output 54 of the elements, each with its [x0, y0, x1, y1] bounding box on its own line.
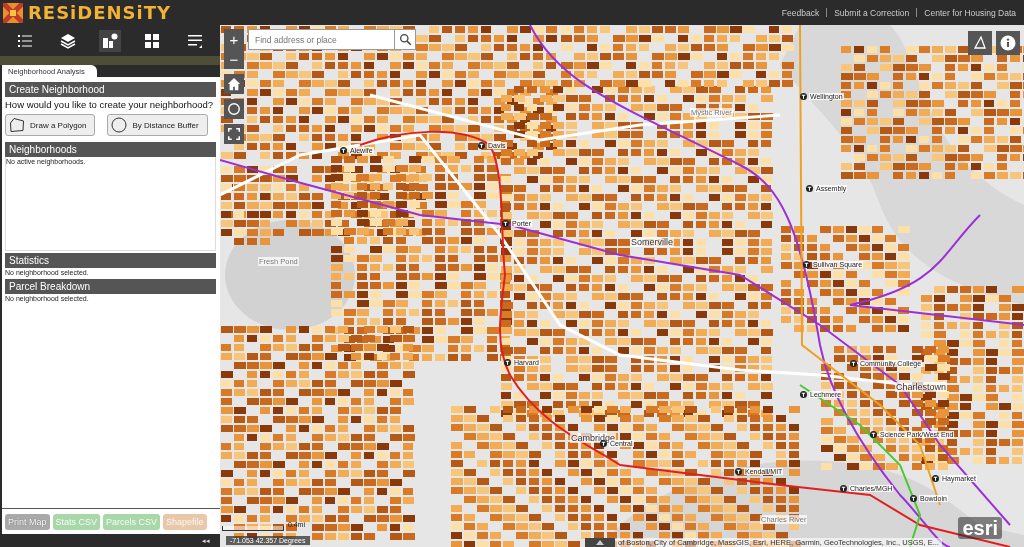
home-icon: [227, 77, 241, 91]
attribution-toggle[interactable]: [585, 538, 615, 547]
home-button[interactable]: [224, 74, 244, 94]
info-button[interactable]: [996, 31, 1020, 55]
transit-icon: [932, 475, 939, 482]
caret-icon: [596, 540, 604, 545]
transit-icon: [870, 431, 877, 438]
transit-icon: [502, 220, 509, 227]
transit-icon: [340, 147, 347, 154]
search-icon: [398, 33, 412, 46]
transit-icon: [504, 359, 511, 366]
search-button[interactable]: [395, 29, 416, 50]
transit-icon: [735, 468, 742, 475]
transit-icon: [478, 142, 485, 149]
measure-button[interactable]: [968, 31, 992, 55]
locate-button[interactable]: [224, 99, 244, 119]
section-heading: Parcel Breakdown: [5, 279, 216, 294]
zoom-in-button[interactable]: +: [224, 29, 244, 49]
logo-icon: [3, 2, 23, 23]
question-text: How would you like to create your neighborhood?: [5, 99, 215, 110]
fullscreen-button[interactable]: [224, 124, 244, 144]
app-title: RESiDENSiTY: [28, 2, 172, 23]
header-link[interactable]: Center for Housing Data: [924, 7, 1016, 18]
header-link[interactable]: Feedback: [781, 7, 820, 18]
layers-icon: [59, 32, 76, 49]
draw-button[interactable]: By Distance Buffer: [107, 114, 208, 136]
transit-icon: [850, 360, 857, 367]
list-icon: [17, 32, 34, 49]
grid-icon: [144, 32, 161, 49]
draw-button[interactable]: Draw a Polygon: [5, 114, 96, 136]
transit-icon: [800, 93, 807, 100]
esri-logo: esri: [958, 517, 1002, 539]
transit-icon: [800, 391, 807, 398]
section-heading: Create Neighborhood: [5, 82, 216, 97]
info-icon: [1000, 35, 1016, 51]
chart-icon: [101, 32, 118, 49]
lines-icon: [186, 32, 203, 49]
transit-icon: [840, 485, 847, 492]
section-heading: Neighborhoods: [5, 142, 216, 157]
transit-icon: [806, 185, 813, 192]
header-link[interactable]: Submit a Correction: [834, 7, 910, 18]
fullscreen-icon: [228, 128, 240, 140]
polygon-icon: [9, 117, 25, 133]
place-label: Somerville: [630, 237, 674, 247]
circle-icon: [111, 117, 128, 133]
circle-icon: [227, 102, 241, 116]
transit-icon: [910, 495, 917, 502]
transit-icon: [803, 261, 810, 268]
section-heading: Statistics: [5, 253, 216, 268]
search-field[interactable]: Find address or place: [248, 29, 395, 50]
triangle-ruler-icon: [972, 35, 988, 51]
place-label: Charlestown: [895, 382, 948, 392]
zoom-out-button[interactable]: −: [224, 49, 244, 69]
toolbar-button[interactable]: [98, 29, 121, 52]
